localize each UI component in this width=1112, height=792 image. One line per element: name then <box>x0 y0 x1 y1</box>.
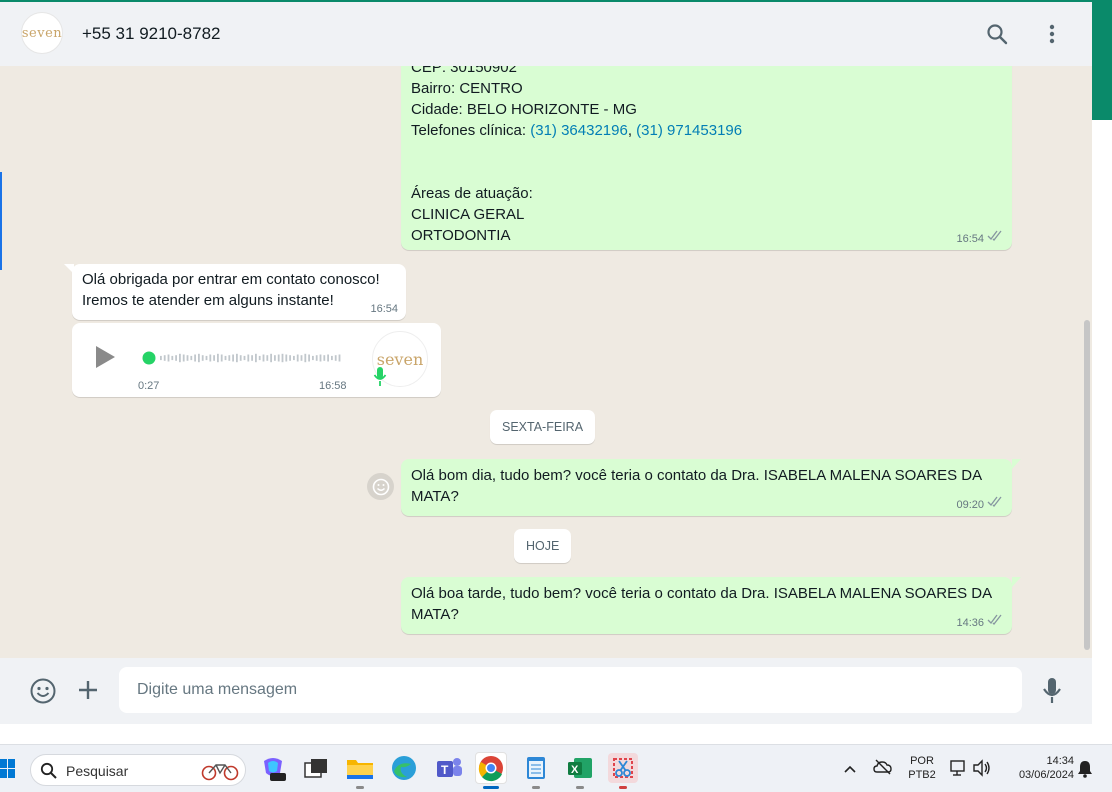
chat-header: seven +55 31 9210-8782 <box>0 0 1092 66</box>
app-running-indicator <box>619 786 627 789</box>
avatar-brand-text: seven <box>21 25 63 41</box>
notepad-icon[interactable] <box>521 753 551 789</box>
message-list[interactable]: CEP: 30150902 Bairro: CENTRO Cidade: BEL… <box>0 66 1092 658</box>
app-running-indicator <box>532 786 540 789</box>
message-bubble-incoming[interactable]: Olá obrigada por entrar em contato conos… <box>72 264 406 320</box>
emoji-icon[interactable] <box>30 678 56 709</box>
keyboard-layout: PTB2 <box>908 769 936 781</box>
taskbar-search-label: Pesquisar <box>66 763 129 779</box>
language-indicator[interactable]: POR PTB2 <box>904 755 940 781</box>
volume-icon[interactable] <box>972 759 992 782</box>
message-time: 16:54 <box>370 303 398 315</box>
search-icon <box>40 762 57 784</box>
bicycle-icon <box>201 761 239 786</box>
notification-bell-icon[interactable] <box>1077 760 1093 783</box>
chevron-up-icon[interactable] <box>843 761 857 779</box>
message-text: Cidade: BELO HORIZONTE - MG <box>411 101 637 118</box>
voice-waveform[interactable] <box>142 351 342 365</box>
message-text-phones: Telefones clínica: (31) 36432196, (31) 9… <box>411 120 742 141</box>
snipping-tool-icon[interactable] <box>608 753 638 789</box>
file-explorer-icon[interactable] <box>345 753 375 789</box>
microphone-icon[interactable] <box>1042 677 1062 710</box>
whatsapp-window: seven +55 31 9210-8782 CEP: 30150902 Bai… <box>0 0 1092 724</box>
message-text: Bairro: CENTRO <box>411 80 523 97</box>
message-time: 09:20 <box>956 499 984 511</box>
read-ticks-icon <box>987 612 1004 629</box>
edge-icon[interactable] <box>389 753 419 783</box>
reaction-emoji-icon[interactable] <box>367 473 394 500</box>
task-view-icon[interactable] <box>301 753 331 783</box>
message-text: Áreas de atuação: <box>411 185 533 202</box>
phones-label: Telefones clínica: <box>411 122 531 139</box>
composer-bar <box>0 658 1092 724</box>
copilot-icon[interactable] <box>258 753 288 783</box>
app-running-indicator <box>356 786 364 789</box>
window-edge-accent <box>0 172 2 270</box>
menu-dots-icon[interactable] <box>1040 22 1064 46</box>
chat-scrollbar[interactable] <box>1084 320 1090 650</box>
date-divider: SEXTA-FEIRA <box>490 410 596 444</box>
message-input[interactable] <box>119 667 1022 713</box>
message-text: CEP: 30150902 <box>411 66 517 76</box>
clock-date: 03/06/2024 <box>1018 769 1074 781</box>
phone-separator: , <box>627 122 637 139</box>
message-text: MATA? <box>411 606 459 623</box>
contact-avatar[interactable]: seven <box>21 12 63 54</box>
voice-message-bubble[interactable]: 0:27 16:58 seven <box>72 323 441 397</box>
bubble-tail <box>1012 577 1021 587</box>
windows-taskbar: Pesquisar T X POR PTB2 14:34 03/06/2024 <box>0 744 1112 792</box>
message-text: Olá obrigada por entrar em contato conos… <box>82 271 380 288</box>
network-icon[interactable] <box>950 759 968 782</box>
search-icon[interactable] <box>985 22 1009 46</box>
bubble-tail <box>64 264 74 274</box>
teams-icon[interactable]: T <box>434 753 464 783</box>
system-clock[interactable]: 14:34 03/06/2024 <box>1004 755 1074 781</box>
taskbar-search[interactable]: Pesquisar <box>30 754 246 786</box>
svg-text:X: X <box>571 764 579 776</box>
date-divider: HOJE <box>514 529 572 563</box>
svg-text:T: T <box>441 763 449 777</box>
message-time: 16:54 <box>956 233 984 245</box>
message-text: MATA? <box>411 488 459 505</box>
message-time: 16:58 <box>319 380 347 392</box>
message-bubble-outgoing[interactable]: Olá bom dia, tudo bem? você teria o cont… <box>401 459 1012 516</box>
app-running-indicator <box>576 786 584 789</box>
attach-plus-icon[interactable] <box>78 680 98 705</box>
contact-name[interactable]: +55 31 9210-8782 <box>82 24 221 44</box>
onedrive-offline-icon[interactable] <box>873 758 893 781</box>
message-bubble-outgoing[interactable]: CEP: 30150902 Bairro: CENTRO Cidade: BEL… <box>401 66 1012 250</box>
microphone-icon <box>373 366 387 392</box>
message-text: Olá boa tarde, tudo bem? você teria o co… <box>411 585 993 602</box>
message-time: 14:36 <box>956 617 984 629</box>
app-active-indicator <box>483 786 499 789</box>
voice-duration: 0:27 <box>138 380 160 392</box>
phone-link[interactable]: (31) 36432196 <box>530 122 628 139</box>
read-ticks-icon <box>987 494 1004 511</box>
chrome-icon[interactable] <box>475 752 507 789</box>
excel-icon[interactable]: X <box>565 753 595 789</box>
background-window-edge <box>1092 0 1112 744</box>
message-bubble-outgoing[interactable]: Olá boa tarde, tudo bem? você teria o co… <box>401 577 1012 634</box>
windows-start-icon[interactable] <box>0 759 16 784</box>
clock-time: 14:34 <box>1046 755 1074 767</box>
message-text: Iremos te atender em alguns instante! <box>82 292 334 309</box>
play-icon[interactable] <box>94 345 116 373</box>
bubble-tail <box>1012 459 1021 469</box>
read-ticks-icon <box>987 228 1004 245</box>
message-text: CLINICA GERAL <box>411 206 525 223</box>
message-text: Olá bom dia, tudo bem? você teria o cont… <box>411 467 983 484</box>
phone-link[interactable]: (31) 971453196 <box>636 122 742 139</box>
language-code: POR <box>910 755 934 767</box>
message-text: ORTODONTIA <box>411 227 511 244</box>
